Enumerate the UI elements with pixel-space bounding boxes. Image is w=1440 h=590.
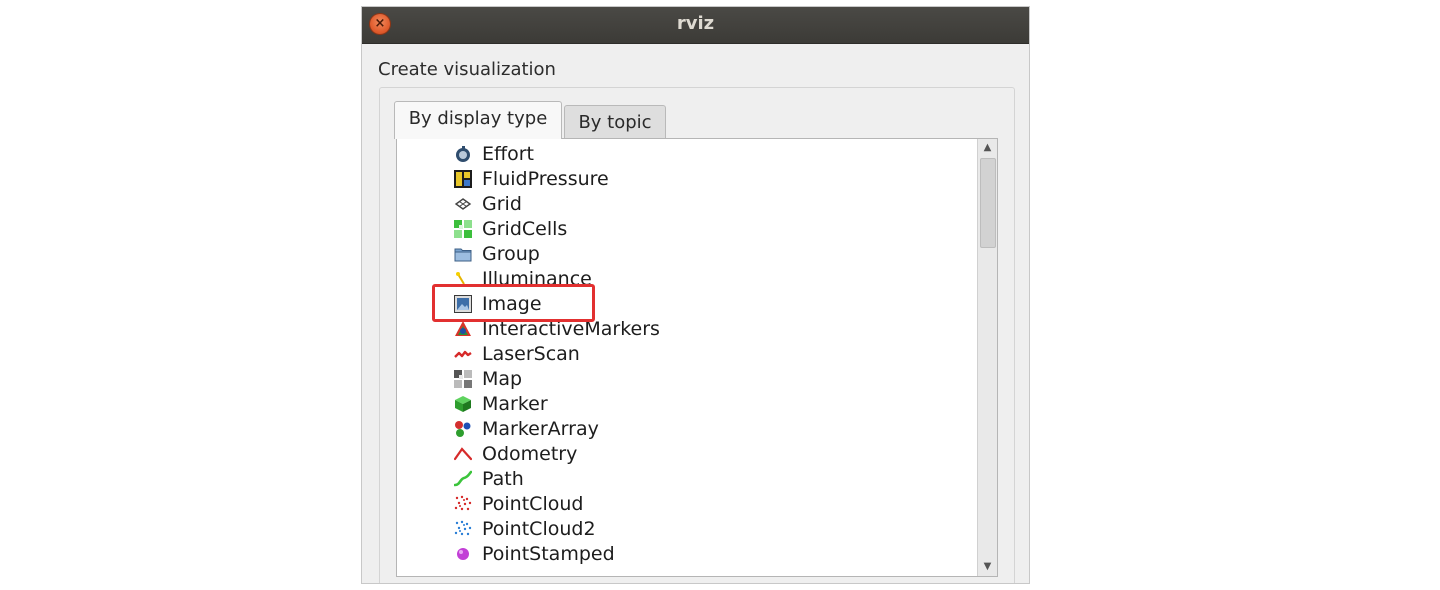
effort-icon <box>454 145 472 163</box>
point-cloud-icon <box>454 495 472 513</box>
interactive-markers-icon <box>454 320 472 338</box>
display-type-list[interactable]: Effort FluidPressure Grid GridCells Grou… <box>396 138 998 577</box>
list-item-point-cloud2[interactable]: PointCloud2 <box>454 516 974 541</box>
list-item-odometry[interactable]: Odometry <box>454 441 974 466</box>
laser-scan-icon <box>454 345 472 363</box>
list-item-path[interactable]: Path <box>454 466 974 491</box>
odometry-icon <box>454 445 472 463</box>
list-item-point-cloud[interactable]: PointCloud <box>454 491 974 516</box>
list-scrollbar[interactable]: ▲ ▼ <box>977 139 997 576</box>
scroll-up-arrow[interactable]: ▲ <box>978 139 997 157</box>
list-item-effort[interactable]: Effort <box>454 141 974 166</box>
scroll-down-arrow[interactable]: ▼ <box>978 558 997 576</box>
title-bar[interactable]: × rviz <box>362 7 1029 44</box>
list-item-grid-cells[interactable]: GridCells <box>454 216 974 241</box>
fluid-pressure-icon <box>454 169 472 188</box>
marker-cube-icon <box>454 395 472 413</box>
path-icon <box>454 470 472 488</box>
folder-icon <box>454 245 472 263</box>
tab-by-topic[interactable]: By topic <box>564 105 666 139</box>
map-icon <box>454 369 472 388</box>
list-item-group[interactable]: Group <box>454 241 974 266</box>
list-item-partial <box>454 566 974 576</box>
point-stamped-icon <box>454 545 472 563</box>
image-highlight-annotation <box>432 284 595 322</box>
list-item-grid[interactable]: Grid <box>454 191 974 216</box>
window-title: rviz <box>676 13 715 34</box>
point-cloud2-icon <box>454 520 472 538</box>
scroll-thumb[interactable] <box>980 158 996 248</box>
list-item-marker[interactable]: Marker <box>454 391 974 416</box>
list-item-map[interactable]: Map <box>454 366 974 391</box>
list-item-laser-scan[interactable]: LaserScan <box>454 341 974 366</box>
marker-array-icon <box>454 420 472 438</box>
section-label: Create visualization <box>378 59 556 80</box>
grid-cells-icon <box>454 219 472 238</box>
list-item-marker-array[interactable]: MarkerArray <box>454 416 974 441</box>
list-item-fluid-pressure[interactable]: FluidPressure <box>454 166 974 191</box>
partial-item-icon <box>454 570 472 576</box>
grid-icon <box>454 195 472 213</box>
tab-by-display-type[interactable]: By display type <box>394 101 562 139</box>
list-item-point-stamped[interactable]: PointStamped <box>454 541 974 566</box>
